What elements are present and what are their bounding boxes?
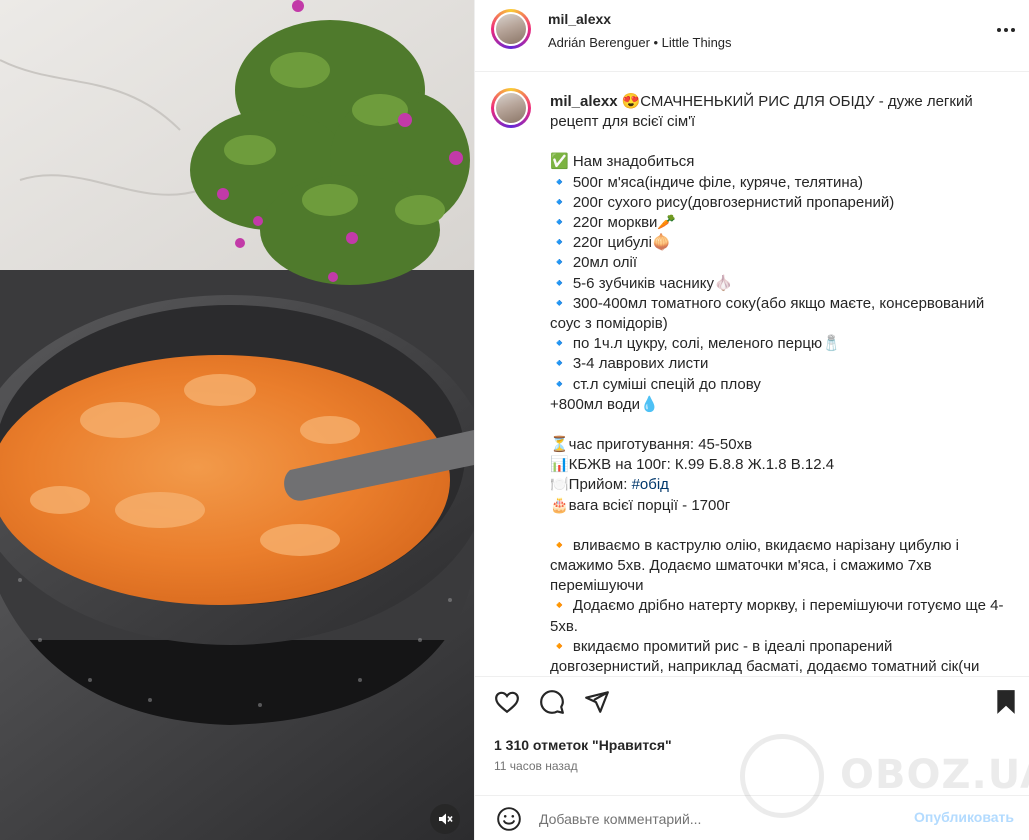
like-button[interactable] [493,689,521,720]
speaker-muted-icon [439,813,453,825]
post-timestamp[interactable]: 11 часов назад [494,759,578,773]
more-horizontal-icon [997,28,1015,32]
caption-line: 🔹 ст.л суміші спецій до плову [550,375,761,393]
caption-scroll-area[interactable]: mil_alexx 😍СМАЧНЕНЬКИЙ РИС ДЛЯ ОБІДУ - ду… [475,72,1029,676]
caption-line: ✅ Нам знадобиться [550,153,695,171]
comment-input[interactable] [537,804,901,834]
header-username[interactable]: mil_alexx [548,11,611,27]
caption-line [550,132,1005,152]
caption-line: 🔹 по 1ч.л цукру, солі, меленого перцю🧂 [550,335,841,353]
bookmark-icon [997,690,1015,714]
heart-icon [495,691,519,714]
caption-line [550,415,1005,435]
post-header: mil_alexx Adrián Berenguer • Little Thin… [475,0,1029,72]
caption-username[interactable]: mil_alexx [550,93,618,110]
caption-line: 🔹 20мл олії [550,254,638,272]
caption-line [550,516,1005,536]
caption-line: 🔹 5-6 зубчиків часнику🧄 [550,274,733,292]
post-comment-button[interactable]: Опубликовать [914,809,1014,825]
send-icon [585,691,609,713]
caption-line: 🔸 вкидаємо промитий рис - в ідеалі пропа… [550,637,980,676]
action-bar [475,676,1029,726]
comment-button[interactable] [538,689,566,720]
more-options-button[interactable] [996,20,1016,46]
caption-line: ⏳час приготування: 45-50хв [550,436,753,454]
hashtag-link[interactable]: #обід [632,476,669,493]
avatar[interactable] [491,9,531,49]
caption-avatar[interactable] [491,88,531,128]
post-caption: mil_alexx 😍СМАЧНЕНЬКИЙ РИС ДЛЯ ОБІДУ - ду… [550,92,1005,676]
caption-line: 🔸 вливаємо в каструлю олію, вкидаємо нар… [550,536,960,595]
post-media[interactable] [0,0,474,840]
audio-attribution[interactable]: Adrián Berenguer • Little Things [548,35,732,50]
comment-icon [540,690,564,714]
caption-line: 🔹 500г м'яса(індиче філе, куряче, теляти… [550,173,863,191]
caption-line: 🔹 300-400мл томатного соку(або якщо маєт… [550,294,985,333]
caption-line: 🎂вага всієї порції - 1700г [550,496,731,514]
comment-bar: Опубликовать [475,795,1029,840]
caption-line: 🔹 220г цибулі🧅 [550,234,671,252]
caption-line: 📊КБЖВ на 100г: К.99 Б.8.8 Ж.1.8 В.12.4 [550,456,835,474]
rice-pan-image [0,0,474,840]
share-button[interactable] [583,689,611,720]
caption-line: 🔸 Додаємо дрібно натерту моркву, і перем… [550,597,1004,635]
caption-line: 🔹 200г сухого рису(довгозернистий пропар… [550,193,895,211]
mute-button[interactable] [430,804,460,834]
caption-line: 🔹 220г моркви🥕 [550,214,677,232]
caption-line: +800мл води💧 [550,395,659,413]
save-button[interactable] [995,689,1017,720]
emoji-button[interactable] [496,806,522,837]
post-panel: mil_alexx Adrián Berenguer • Little Thin… [474,0,1029,840]
caption-line: 🔹 3-4 лаврових листи [550,355,709,373]
like-count[interactable]: 1 310 отметок "Нравится" [494,737,672,753]
smiley-icon [497,807,521,831]
caption-line: 🍽️Прийом: [550,476,632,494]
